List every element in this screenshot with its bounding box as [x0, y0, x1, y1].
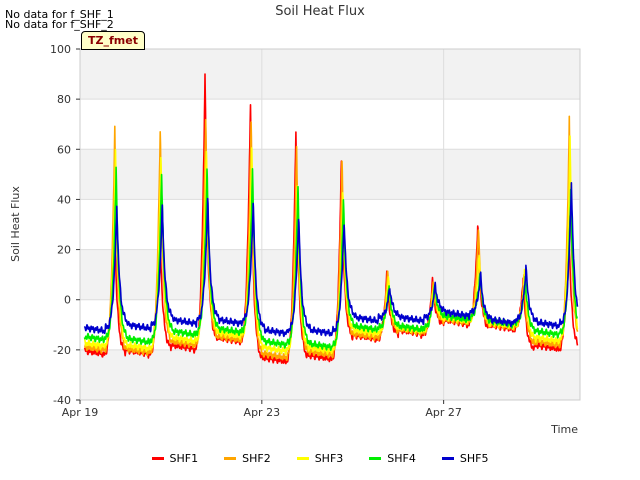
no-data-notice-2: No data for f_SHF_2 [5, 18, 114, 31]
legend-swatch [296, 457, 309, 460]
tz-badge: TZ_fmet [81, 31, 145, 50]
y-tick-label: 80 [57, 93, 71, 106]
chart-title: Soil Heat Flux [275, 4, 365, 19]
x-tick-label: Apr 23 [244, 406, 281, 419]
y-axis-label: Soil Heat Flux [9, 186, 22, 262]
legend-item-shf3: SHF3 [296, 452, 344, 465]
grid-band [80, 249, 580, 300]
legend-swatch [224, 457, 237, 460]
grid-band [80, 49, 580, 100]
legend-label: SHF5 [459, 452, 489, 465]
legend-item-shf4: SHF4 [369, 452, 416, 465]
legend-label: SHF3 [314, 452, 344, 465]
y-tick-label: 100 [50, 43, 71, 56]
y-tick-label: 20 [57, 244, 71, 257]
y-tick-label: -20 [53, 344, 71, 357]
y-tick-label: 0 [64, 294, 71, 307]
legend-label: SHF4 [387, 452, 416, 465]
legend-label: SHF2 [242, 452, 271, 465]
legend-swatch [441, 457, 454, 460]
y-tick-label: 40 [57, 193, 71, 206]
chart-legend: SHF1 SHF2 SHF3 SHF4 SHF5 [0, 452, 640, 465]
grid-band [80, 149, 580, 200]
x-tick-label: Apr 27 [425, 406, 462, 419]
x-axis-label: Time [550, 423, 578, 436]
legend-label: SHF1 [169, 452, 199, 465]
legend-item-shf5: SHF5 [441, 452, 489, 465]
legend-swatch [151, 457, 164, 460]
x-tick-label: Apr 19 [62, 406, 99, 419]
legend-swatch [369, 457, 382, 460]
legend-item-shf2: SHF2 [224, 452, 271, 465]
y-tick-label: 60 [57, 143, 71, 156]
soil-heat-flux-chart: -40-20020406080100Apr 19 Apr 23 Apr 27 Soi… [9, 4, 581, 436]
legend-item-shf1: SHF1 [151, 452, 199, 465]
